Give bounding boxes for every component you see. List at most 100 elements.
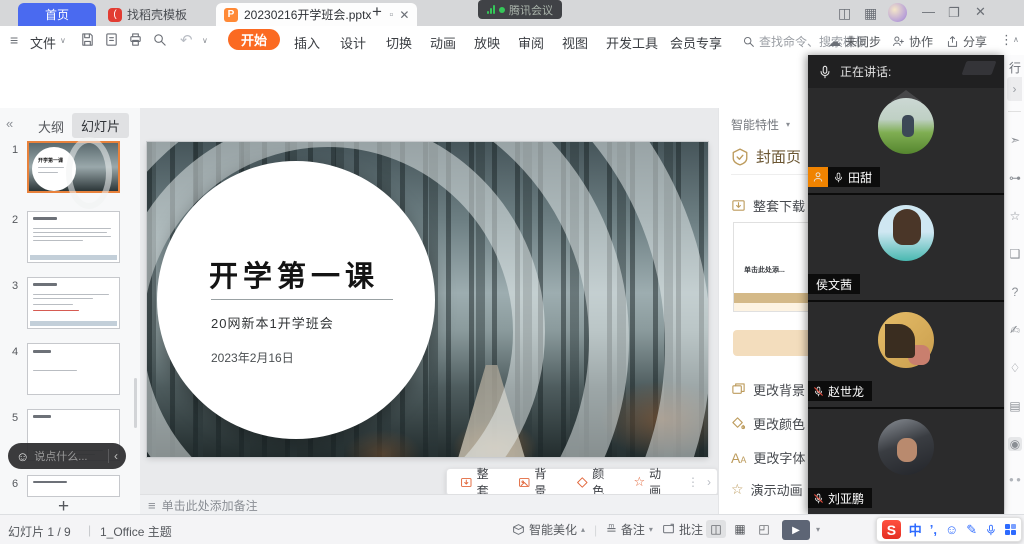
menu-tab-transition[interactable]: 切换	[384, 33, 414, 52]
slide-thumbnail-3[interactable]	[27, 277, 120, 329]
emoji-icon[interactable]: ☺	[16, 449, 29, 464]
participant-tile[interactable]: 侯文茜	[808, 195, 1004, 302]
pin-tab-icon[interactable]: ▫	[389, 9, 393, 21]
restore-window-icon[interactable]: ❐	[948, 5, 960, 21]
menu-tab-slideshow[interactable]: 放映	[472, 33, 502, 52]
collapse-chat-icon[interactable]: ‹	[114, 449, 118, 463]
slide-thumbnail-4[interactable]	[27, 343, 120, 395]
docer-panel-icon[interactable]: ◉	[1008, 437, 1022, 451]
notes-bar[interactable]: ≡ 单击此处添加备注	[140, 494, 726, 515]
help-icon[interactable]: ?	[1008, 285, 1022, 299]
hamburger-icon[interactable]: ≡	[10, 32, 18, 48]
sogou-logo[interactable]: S	[882, 520, 901, 539]
side-by-side-icon[interactable]: ◫	[838, 5, 851, 22]
more-options-icon[interactable]: ⋮	[1000, 32, 1013, 48]
slide-sorter-view-button[interactable]: ▦	[730, 520, 750, 538]
ime-toolbox-icon[interactable]	[1005, 524, 1016, 535]
new-tab-button[interactable]: +	[372, 2, 382, 22]
tab-outline[interactable]: 大纲	[38, 117, 64, 136]
menu-tab-animation[interactable]: 动画	[428, 33, 458, 52]
ime-language-toggle[interactable]: 中	[909, 520, 922, 539]
meeting-header[interactable]: 正在讲话:	[808, 55, 1004, 88]
expand-sidebar-handle[interactable]: ›	[1007, 77, 1022, 101]
play-options-caret[interactable]: ▾	[816, 525, 820, 534]
share-button[interactable]: 分享	[946, 33, 987, 50]
panel-scrollbar[interactable]	[134, 378, 137, 428]
participant-tile[interactable]: 田甜	[808, 88, 1004, 195]
image-tool-icon[interactable]: ▤	[1008, 399, 1022, 413]
slideshow-play-button[interactable]: ▶	[782, 520, 810, 540]
participant-avatar	[878, 98, 934, 154]
normal-view-button[interactable]: ◫	[706, 520, 726, 538]
signature-icon[interactable]: ✍	[1008, 323, 1022, 337]
ppt-file-icon: P	[224, 8, 238, 22]
rocket-icon[interactable]: ➣	[1008, 133, 1022, 147]
participant-tile[interactable]: 刘亚鹏	[808, 409, 1004, 514]
docer-icon: (	[108, 8, 122, 22]
demo-animation-label: 演示动画	[751, 480, 803, 499]
comments-icon	[662, 523, 675, 536]
tab-slides[interactable]: 幻灯片	[72, 113, 129, 138]
cover-page-item[interactable]: 封面页	[731, 146, 801, 167]
tab-home[interactable]: 首页	[18, 3, 96, 26]
notes-toggle-button[interactable]: ≞ 备注 ▾	[606, 521, 653, 538]
menu-tab-membership[interactable]: 会员专享	[668, 33, 724, 52]
download-set-item[interactable]: 整套下载	[731, 196, 805, 215]
change-color-item[interactable]: 更改颜色	[731, 414, 805, 433]
meeting-chat-pill[interactable]: ☺ 说点什么... ‹	[8, 443, 126, 469]
collapse-panel-icon[interactable]: «	[6, 116, 13, 131]
change-background-item[interactable]: 更改背景	[731, 380, 805, 399]
favorites-icon[interactable]: ☆	[1008, 209, 1022, 223]
tab-document[interactable]: P 20230216开学班会.pptx ▫ ✕	[216, 3, 417, 26]
menu-tab-view[interactable]: 视图	[560, 33, 590, 52]
ime-voice-icon[interactable]	[985, 524, 997, 536]
collab-button[interactable]: 协作	[892, 33, 933, 50]
menu-tab-review[interactable]: 审阅	[516, 33, 546, 52]
meeting-indicator-pill[interactable]: 腾讯会议	[478, 0, 562, 19]
smart-beautify-button[interactable]: 智能美化 ▴	[512, 521, 585, 538]
slide-thumbnail-6[interactable]	[27, 475, 120, 497]
menu-tab-devtools[interactable]: 开发工具	[604, 33, 660, 52]
menu-tab-insert[interactable]: 插入	[292, 33, 322, 52]
workbench-grid-icon[interactable]: ▦	[864, 5, 877, 22]
save-icon[interactable]	[80, 32, 95, 47]
quickbar-expand-icon[interactable]: ›	[707, 475, 711, 489]
ime-emoji-icon[interactable]: ☺	[945, 522, 958, 537]
close-window-icon[interactable]: ✕	[975, 4, 986, 20]
user-avatar[interactable]	[888, 3, 907, 22]
sync-status[interactable]: ☁ 未同步	[828, 33, 881, 50]
reading-view-button[interactable]: ◰	[754, 520, 774, 538]
sync-label: 未同步	[845, 33, 881, 50]
editing-canvas: 开学第一课 20网新本1开学班会 2023年2月16日 整套 背景 颜色 ☆	[140, 108, 718, 494]
redo-caret-icon[interactable]: ∨	[202, 36, 208, 45]
menu-tab-start[interactable]: 开始	[228, 29, 280, 50]
tab-template[interactable]: ( 找稻壳模板	[108, 3, 187, 26]
minimize-icon[interactable]: —	[922, 4, 935, 19]
demo-animation-item[interactable]: ☆ 演示动画	[731, 480, 803, 499]
change-font-item[interactable]: AA 更改字体	[731, 448, 805, 467]
host-badge-icon	[808, 167, 828, 187]
slide-canvas[interactable]: 开学第一课 20网新本1开学班会 2023年2月16日	[147, 142, 708, 457]
smart-features-header[interactable]: 智能特性▾	[731, 116, 790, 133]
comment-icon[interactable]: ❑	[1008, 247, 1022, 261]
participant-tile[interactable]: 赵世龙	[808, 302, 1004, 409]
adjust-icon[interactable]: ⊶	[1008, 171, 1022, 185]
undo-icon[interactable]: ↶	[180, 31, 193, 49]
slide-thumbnail-1[interactable]: 开学第一课	[27, 141, 120, 193]
print-icon[interactable]	[128, 32, 143, 47]
chat-input-placeholder[interactable]: 说点什么...	[34, 448, 103, 464]
ime-punctuation-toggle[interactable]: ’,	[930, 522, 937, 537]
close-tab-icon[interactable]: ✕	[399, 8, 409, 22]
ime-handwriting-icon[interactable]: ✎	[966, 522, 977, 538]
menu-tab-design[interactable]: 设计	[338, 33, 368, 52]
print-preview-icon[interactable]	[152, 32, 167, 47]
title-circle[interactable]: 开学第一课 20网新本1开学班会 2023年2月16日	[157, 161, 435, 439]
quickbar-more-icon[interactable]: ⋮	[683, 475, 703, 489]
share-icon	[946, 35, 959, 48]
export-pdf-icon[interactable]	[104, 32, 119, 47]
slide-thumbnail-2[interactable]	[27, 211, 120, 263]
shape-icon[interactable]: ♢	[1008, 361, 1022, 375]
collapse-ribbon-icon[interactable]: ∧	[1013, 35, 1019, 44]
comments-button[interactable]: 批注	[662, 521, 703, 538]
menu-file[interactable]: 文件	[28, 33, 58, 52]
